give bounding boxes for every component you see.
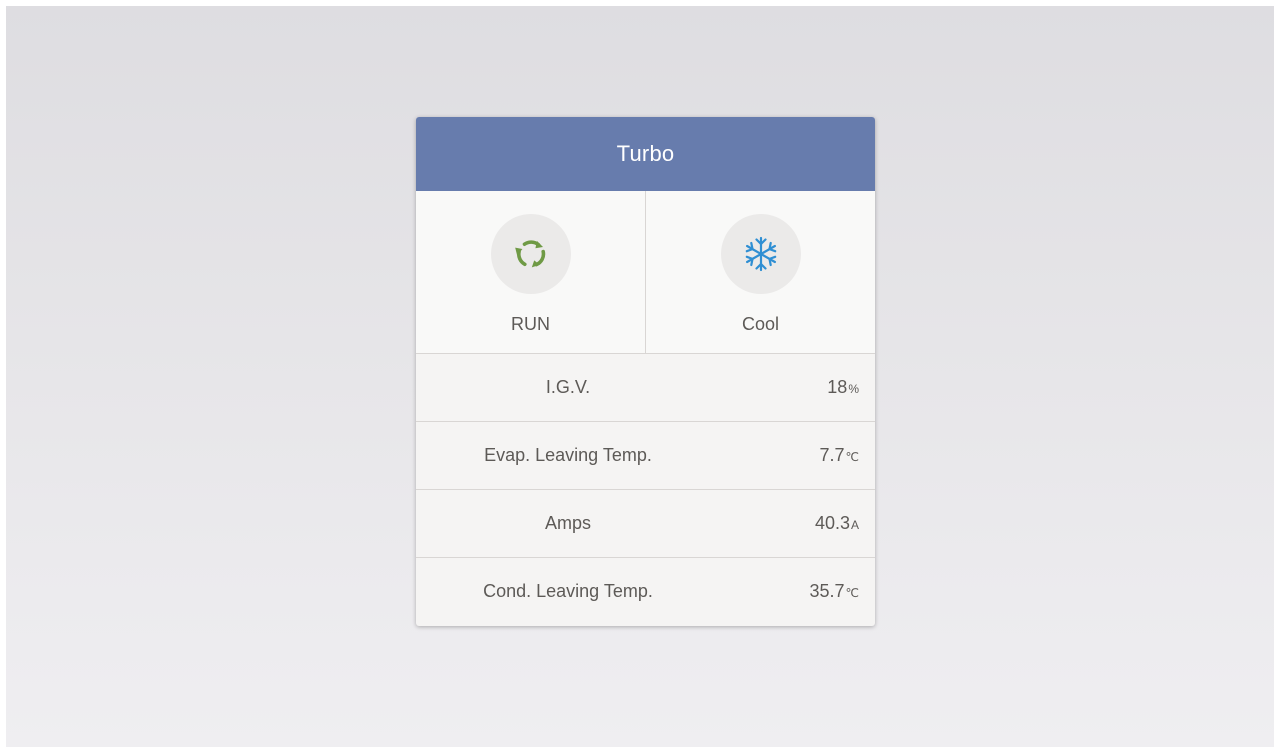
evap-leaving-temp-number: 7.7 bbox=[819, 445, 845, 465]
run-status: RUN bbox=[416, 191, 645, 353]
cond-leaving-temp-unit: ℃ bbox=[845, 586, 859, 600]
cond-leaving-temp-label: Cond. Leaving Temp. bbox=[483, 581, 653, 601]
evap-leaving-temp-value: 7.7℃ bbox=[819, 445, 859, 466]
igv-number: 18 bbox=[827, 377, 848, 397]
data-row-amps: Amps 40.3A bbox=[416, 490, 875, 558]
data-row-evap-leaving-temp: Evap. Leaving Temp. 7.7℃ bbox=[416, 422, 875, 490]
card-header: Turbo bbox=[416, 117, 875, 191]
igv-value: 18% bbox=[827, 377, 859, 398]
cond-leaving-temp-number: 35.7 bbox=[809, 581, 845, 601]
igv-label: I.G.V. bbox=[545, 377, 591, 397]
igv-unit: % bbox=[848, 382, 859, 396]
card-title: Turbo bbox=[616, 141, 675, 166]
cond-leaving-temp-value: 35.7℃ bbox=[809, 581, 859, 602]
data-list: I.G.V. 18% Evap. Leaving Temp. 7.7℃ Amps… bbox=[416, 354, 875, 625]
run-icon-circle bbox=[490, 214, 571, 294]
amps-number: 40.3 bbox=[814, 513, 850, 533]
data-row-igv: I.G.V. 18% bbox=[416, 354, 875, 422]
mode-label: Cool bbox=[741, 314, 780, 334]
evap-leaving-temp-unit: ℃ bbox=[845, 450, 859, 464]
amps-label: Amps bbox=[544, 513, 591, 533]
amps-unit: A bbox=[850, 518, 859, 532]
mode-icon-circle bbox=[720, 214, 801, 294]
mode-status: Cool bbox=[645, 191, 875, 353]
amps-value: 40.3A bbox=[815, 513, 859, 534]
turbo-status-card: Turbo RUN Cool I.G.V. 18% Evap. Leaving … bbox=[416, 117, 875, 626]
run-label: RUN bbox=[511, 314, 550, 334]
snowflake-icon bbox=[745, 236, 776, 272]
status-row: RUN Cool bbox=[416, 191, 875, 354]
evap-leaving-temp-label: Evap. Leaving Temp. bbox=[484, 445, 652, 465]
screen-background: Turbo RUN Cool I.G.V. 18% Evap. Leaving … bbox=[6, 6, 1274, 747]
run-cycle-icon bbox=[514, 240, 545, 268]
data-row-cond-leaving-temp: Cond. Leaving Temp. 35.7℃ bbox=[416, 558, 875, 625]
